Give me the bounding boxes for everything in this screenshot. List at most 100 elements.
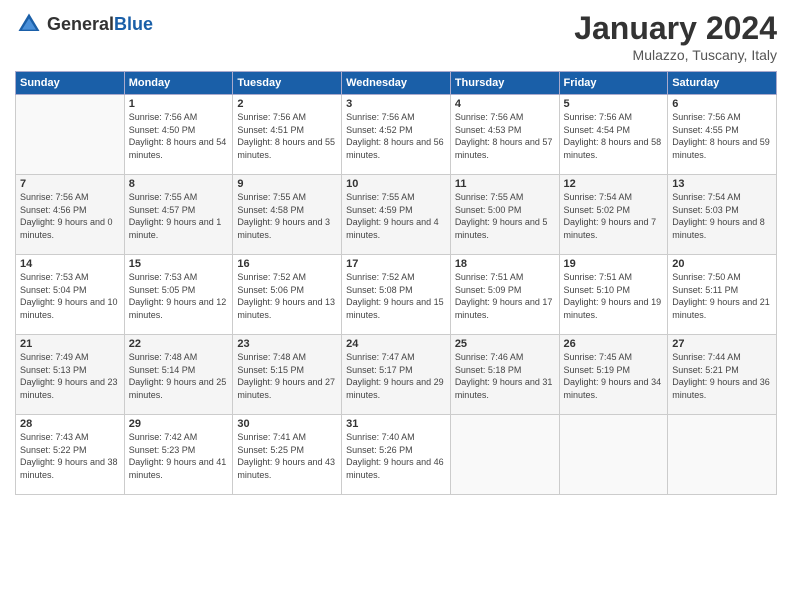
day-info: Sunrise: 7:56 AMSunset: 4:52 PMDaylight:… (346, 111, 446, 161)
col-friday: Friday (559, 72, 668, 95)
logo-general: General (47, 14, 114, 34)
day-info: Sunrise: 7:55 AMSunset: 4:59 PMDaylight:… (346, 191, 446, 241)
col-sunday: Sunday (16, 72, 125, 95)
col-wednesday: Wednesday (342, 72, 451, 95)
day-info: Sunrise: 7:42 AMSunset: 5:23 PMDaylight:… (129, 431, 229, 481)
table-row: 16Sunrise: 7:52 AMSunset: 5:06 PMDayligh… (233, 255, 342, 335)
day-number: 26 (564, 338, 664, 350)
day-info: Sunrise: 7:56 AMSunset: 4:54 PMDaylight:… (564, 111, 664, 161)
day-info: Sunrise: 7:40 AMSunset: 5:26 PMDaylight:… (346, 431, 446, 481)
day-number: 19 (564, 258, 664, 270)
table-row: 28Sunrise: 7:43 AMSunset: 5:22 PMDayligh… (16, 415, 125, 495)
day-info: Sunrise: 7:48 AMSunset: 5:14 PMDaylight:… (129, 351, 229, 401)
day-info: Sunrise: 7:41 AMSunset: 5:25 PMDaylight:… (237, 431, 337, 481)
day-number: 22 (129, 338, 229, 350)
table-row: 5Sunrise: 7:56 AMSunset: 4:54 PMDaylight… (559, 95, 668, 175)
day-number: 30 (237, 418, 337, 430)
table-row: 7Sunrise: 7:56 AMSunset: 4:56 PMDaylight… (16, 175, 125, 255)
day-info: Sunrise: 7:54 AMSunset: 5:02 PMDaylight:… (564, 191, 664, 241)
day-number: 28 (20, 418, 120, 430)
col-thursday: Thursday (450, 72, 559, 95)
day-number: 29 (129, 418, 229, 430)
day-info: Sunrise: 7:56 AMSunset: 4:55 PMDaylight:… (672, 111, 772, 161)
day-number: 10 (346, 178, 446, 190)
table-row: 17Sunrise: 7:52 AMSunset: 5:08 PMDayligh… (342, 255, 451, 335)
table-row (559, 415, 668, 495)
day-info: Sunrise: 7:55 AMSunset: 4:57 PMDaylight:… (129, 191, 229, 241)
day-number: 7 (20, 178, 120, 190)
table-row: 4Sunrise: 7:56 AMSunset: 4:53 PMDaylight… (450, 95, 559, 175)
title-block: January 2024 Mulazzo, Tuscany, Italy (574, 10, 777, 63)
day-number: 24 (346, 338, 446, 350)
logo: GeneralBlue (15, 10, 153, 38)
day-number: 17 (346, 258, 446, 270)
col-monday: Monday (124, 72, 233, 95)
table-row: 6Sunrise: 7:56 AMSunset: 4:55 PMDaylight… (668, 95, 777, 175)
table-row: 31Sunrise: 7:40 AMSunset: 5:26 PMDayligh… (342, 415, 451, 495)
calendar-table: Sunday Monday Tuesday Wednesday Thursday… (15, 71, 777, 495)
table-row: 12Sunrise: 7:54 AMSunset: 5:02 PMDayligh… (559, 175, 668, 255)
calendar-week-row: 21Sunrise: 7:49 AMSunset: 5:13 PMDayligh… (16, 335, 777, 415)
col-saturday: Saturday (668, 72, 777, 95)
day-info: Sunrise: 7:54 AMSunset: 5:03 PMDaylight:… (672, 191, 772, 241)
col-tuesday: Tuesday (233, 72, 342, 95)
table-row: 2Sunrise: 7:56 AMSunset: 4:51 PMDaylight… (233, 95, 342, 175)
calendar-week-row: 1Sunrise: 7:56 AMSunset: 4:50 PMDaylight… (16, 95, 777, 175)
table-row: 14Sunrise: 7:53 AMSunset: 5:04 PMDayligh… (16, 255, 125, 335)
table-row: 11Sunrise: 7:55 AMSunset: 5:00 PMDayligh… (450, 175, 559, 255)
day-number: 15 (129, 258, 229, 270)
calendar-week-row: 28Sunrise: 7:43 AMSunset: 5:22 PMDayligh… (16, 415, 777, 495)
table-row: 23Sunrise: 7:48 AMSunset: 5:15 PMDayligh… (233, 335, 342, 415)
day-info: Sunrise: 7:56 AMSunset: 4:51 PMDaylight:… (237, 111, 337, 161)
day-number: 3 (346, 98, 446, 110)
location-subtitle: Mulazzo, Tuscany, Italy (574, 47, 777, 63)
day-number: 21 (20, 338, 120, 350)
logo-text: GeneralBlue (47, 14, 153, 35)
table-row: 25Sunrise: 7:46 AMSunset: 5:18 PMDayligh… (450, 335, 559, 415)
page-container: GeneralBlue January 2024 Mulazzo, Tuscan… (0, 0, 792, 505)
day-info: Sunrise: 7:55 AMSunset: 5:00 PMDaylight:… (455, 191, 555, 241)
day-number: 27 (672, 338, 772, 350)
day-info: Sunrise: 7:51 AMSunset: 5:10 PMDaylight:… (564, 271, 664, 321)
table-row: 21Sunrise: 7:49 AMSunset: 5:13 PMDayligh… (16, 335, 125, 415)
calendar-header-row: Sunday Monday Tuesday Wednesday Thursday… (16, 72, 777, 95)
day-info: Sunrise: 7:49 AMSunset: 5:13 PMDaylight:… (20, 351, 120, 401)
day-info: Sunrise: 7:44 AMSunset: 5:21 PMDaylight:… (672, 351, 772, 401)
table-row (16, 95, 125, 175)
day-number: 11 (455, 178, 555, 190)
table-row: 1Sunrise: 7:56 AMSunset: 4:50 PMDaylight… (124, 95, 233, 175)
day-number: 6 (672, 98, 772, 110)
day-info: Sunrise: 7:56 AMSunset: 4:56 PMDaylight:… (20, 191, 120, 241)
day-number: 2 (237, 98, 337, 110)
day-info: Sunrise: 7:52 AMSunset: 5:08 PMDaylight:… (346, 271, 446, 321)
table-row: 18Sunrise: 7:51 AMSunset: 5:09 PMDayligh… (450, 255, 559, 335)
day-number: 4 (455, 98, 555, 110)
table-row: 19Sunrise: 7:51 AMSunset: 5:10 PMDayligh… (559, 255, 668, 335)
day-info: Sunrise: 7:46 AMSunset: 5:18 PMDaylight:… (455, 351, 555, 401)
table-row: 22Sunrise: 7:48 AMSunset: 5:14 PMDayligh… (124, 335, 233, 415)
calendar-week-row: 14Sunrise: 7:53 AMSunset: 5:04 PMDayligh… (16, 255, 777, 335)
day-number: 16 (237, 258, 337, 270)
day-info: Sunrise: 7:47 AMSunset: 5:17 PMDaylight:… (346, 351, 446, 401)
calendar-week-row: 7Sunrise: 7:56 AMSunset: 4:56 PMDaylight… (16, 175, 777, 255)
day-number: 1 (129, 98, 229, 110)
day-info: Sunrise: 7:52 AMSunset: 5:06 PMDaylight:… (237, 271, 337, 321)
logo-icon (15, 10, 43, 38)
table-row (668, 415, 777, 495)
table-row: 20Sunrise: 7:50 AMSunset: 5:11 PMDayligh… (668, 255, 777, 335)
header: GeneralBlue January 2024 Mulazzo, Tuscan… (15, 10, 777, 63)
day-number: 23 (237, 338, 337, 350)
table-row: 13Sunrise: 7:54 AMSunset: 5:03 PMDayligh… (668, 175, 777, 255)
day-info: Sunrise: 7:55 AMSunset: 4:58 PMDaylight:… (237, 191, 337, 241)
table-row: 24Sunrise: 7:47 AMSunset: 5:17 PMDayligh… (342, 335, 451, 415)
table-row: 26Sunrise: 7:45 AMSunset: 5:19 PMDayligh… (559, 335, 668, 415)
day-info: Sunrise: 7:53 AMSunset: 5:04 PMDaylight:… (20, 271, 120, 321)
day-info: Sunrise: 7:50 AMSunset: 5:11 PMDaylight:… (672, 271, 772, 321)
day-info: Sunrise: 7:53 AMSunset: 5:05 PMDaylight:… (129, 271, 229, 321)
day-info: Sunrise: 7:56 AMSunset: 4:50 PMDaylight:… (129, 111, 229, 161)
day-info: Sunrise: 7:56 AMSunset: 4:53 PMDaylight:… (455, 111, 555, 161)
day-number: 25 (455, 338, 555, 350)
day-info: Sunrise: 7:45 AMSunset: 5:19 PMDaylight:… (564, 351, 664, 401)
day-number: 20 (672, 258, 772, 270)
table-row: 8Sunrise: 7:55 AMSunset: 4:57 PMDaylight… (124, 175, 233, 255)
